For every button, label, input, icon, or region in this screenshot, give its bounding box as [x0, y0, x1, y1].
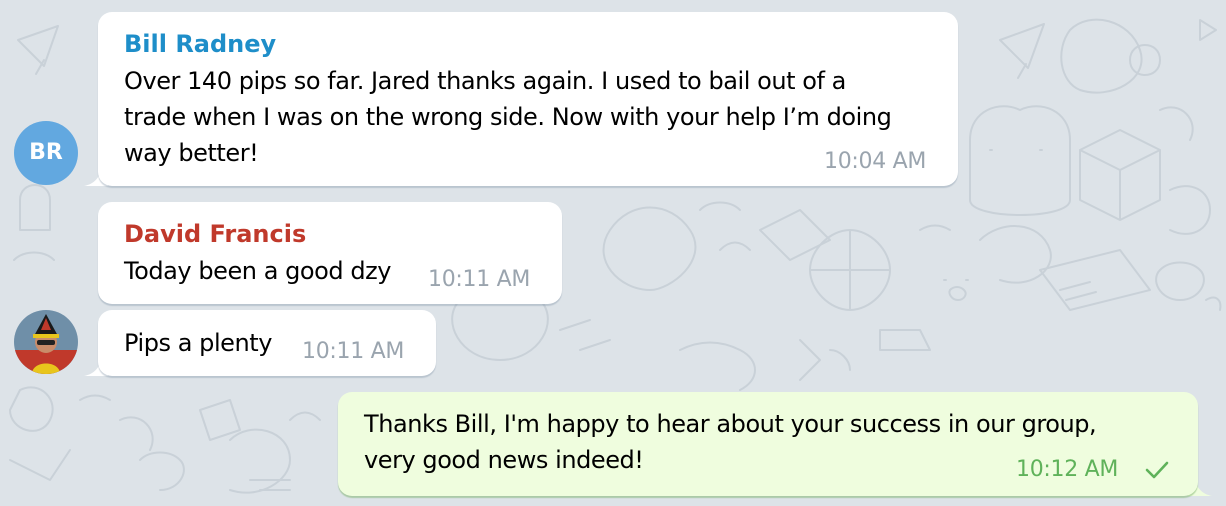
check-icon: [1145, 461, 1169, 479]
message-bubble[interactable]: David Francis Today been a good dzy 10:1…: [98, 202, 562, 304]
message-time: 10:11 AM: [302, 339, 405, 364]
message-time: 10:04 AM: [824, 149, 927, 174]
message-time: 10:11 AM: [428, 267, 531, 292]
message-text: Pips a plenty: [124, 329, 272, 357]
message-line: trade when I was on the wrong side. Now …: [124, 103, 892, 131]
message-time: 10:12 AM: [1016, 457, 1119, 482]
message-bubble-outgoing[interactable]: Thanks Bill, I'm happy to hear about you…: [338, 392, 1198, 496]
user-photo-avatar[interactable]: [14, 310, 78, 374]
message-bubble[interactable]: Bill Radney Over 140 pips so far. Jared …: [98, 12, 958, 186]
message-line: Thanks Bill, I'm happy to hear about you…: [364, 410, 1097, 438]
message-sender[interactable]: David Francis: [124, 219, 306, 249]
avatar[interactable]: BR: [14, 121, 78, 185]
message-sender[interactable]: Bill Radney: [124, 29, 276, 59]
user-photo-icon: [14, 310, 78, 374]
message-bubble[interactable]: Pips a plenty 10:11 AM: [98, 310, 436, 376]
message-text: Today been a good dzy: [124, 257, 392, 285]
message-line: Over 140 pips so far. Jared thanks again…: [124, 67, 846, 95]
